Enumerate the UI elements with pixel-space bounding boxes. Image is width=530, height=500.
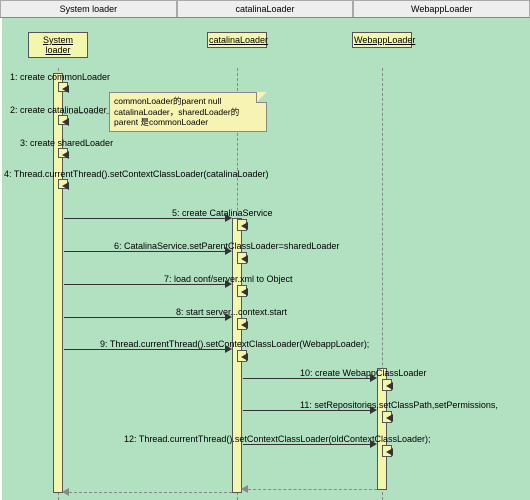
arrow: [386, 448, 393, 456]
sequence-diagram-canvas: System loader catalinaLoader WebappLoade…: [2, 18, 530, 500]
arrow: [241, 321, 248, 329]
arrow: [370, 374, 377, 382]
participant-system-loader: System loader: [28, 32, 88, 58]
arrow-line: [243, 444, 375, 445]
arrow: [62, 182, 69, 190]
note-line: parent 是commonLoader: [114, 117, 262, 128]
arrow: [62, 488, 69, 496]
arrow-line: [243, 378, 375, 379]
arrow: [225, 280, 232, 288]
message-11-label: 11: setRepositories,setClassPath,setPerm…: [300, 400, 498, 410]
arrow-line: [243, 410, 375, 411]
arrow: [370, 440, 377, 448]
message-5-label: 5: create CatalinaService: [172, 208, 273, 218]
message-2-label: 2: create catalinaLoader: [10, 105, 107, 115]
arrow: [241, 353, 248, 361]
arrow: [225, 247, 232, 255]
tab-catalina-loader[interactable]: catalinaLoader: [177, 0, 354, 17]
tab-bar: System loader catalinaLoader WebappLoade…: [0, 0, 530, 18]
activation-system-loader: [53, 73, 63, 493]
message-1-label: 1: create commonLoader: [10, 72, 110, 82]
message-9-label: 9: Thread.currentThread().setContextClas…: [100, 339, 369, 349]
arrow: [62, 118, 69, 126]
arrow: [370, 406, 377, 414]
arrow-line: [64, 218, 230, 219]
note-line: commonLoader的parent null: [114, 96, 262, 107]
message-10-label: 10: create WebappClassLoader: [300, 368, 426, 378]
tab-webapp-loader[interactable]: WebappLoader: [353, 0, 530, 17]
arrow-line: [64, 317, 230, 318]
arrow: [62, 85, 69, 93]
note-loader-hierarchy: commonLoader的parent null catalinaLoader，…: [109, 92, 267, 132]
arrow: [241, 485, 248, 493]
message-12-label: 12: Thread.currentThread().setContextCla…: [124, 434, 431, 444]
message-3-label: 3: create sharedLoader: [20, 138, 113, 148]
note-line: catalinaLoader，sharedLoader的: [114, 107, 262, 118]
arrow: [386, 414, 393, 422]
tab-system-loader[interactable]: System loader: [0, 0, 177, 17]
arrow: [241, 288, 248, 296]
arrow: [225, 313, 232, 321]
arrow-line: [64, 251, 230, 252]
arrow: [241, 222, 248, 230]
return-arrow: [64, 492, 232, 493]
arrow: [62, 151, 69, 159]
participant-catalina-loader: catalinaLoader: [207, 32, 267, 48]
arrow: [225, 214, 232, 222]
arrow: [225, 345, 232, 353]
message-4-label: 4: Thread.currentThread().setContextClas…: [4, 169, 268, 179]
return-arrow: [243, 489, 377, 490]
arrow-line: [64, 284, 230, 285]
arrow-line: [64, 349, 230, 350]
arrow: [386, 382, 393, 390]
participant-webapp-loader: WebappLoader: [352, 32, 412, 48]
arrow: [241, 255, 248, 263]
